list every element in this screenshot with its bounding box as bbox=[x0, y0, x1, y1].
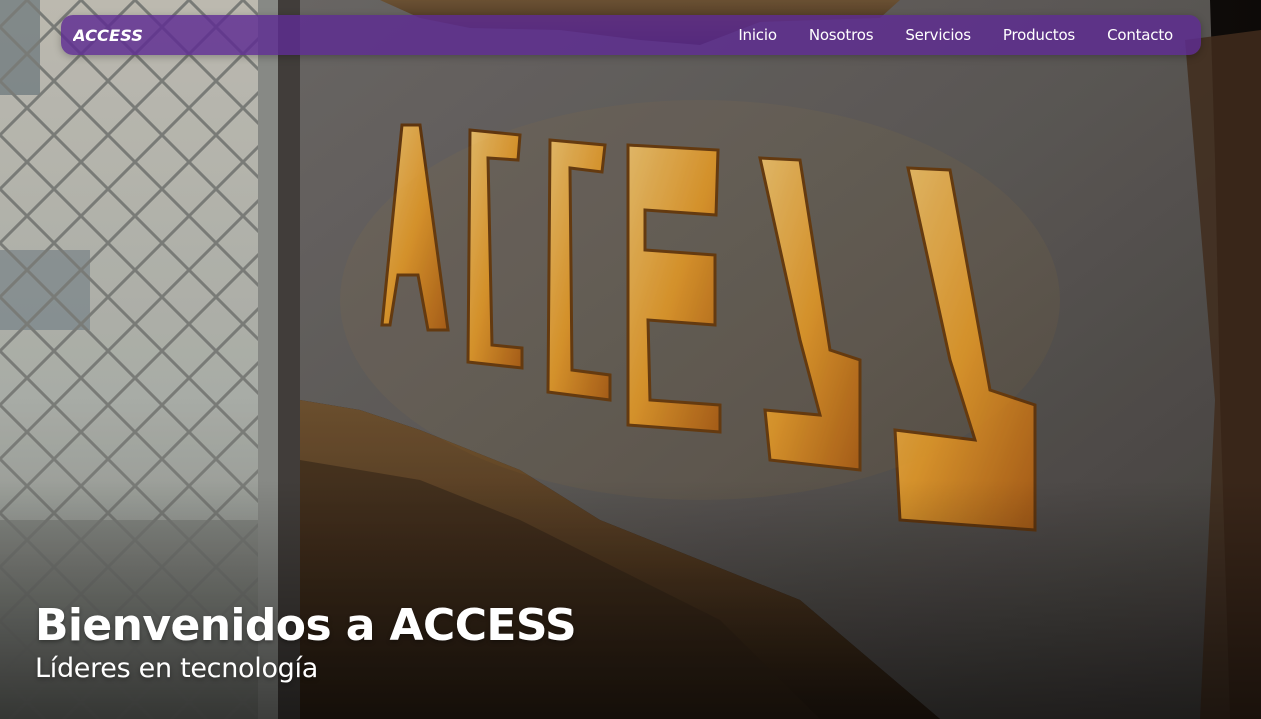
nav-link-productos[interactable]: Productos bbox=[1003, 15, 1075, 55]
nav-link-servicios[interactable]: Servicios bbox=[905, 15, 971, 55]
nav-link-nosotros[interactable]: Nosotros bbox=[809, 15, 874, 55]
hero-subtitle: Líderes en tecnología bbox=[35, 653, 318, 684]
brand-logo-text: ACCESS bbox=[73, 26, 143, 45]
hero-title: Bienvenidos a ACCESS bbox=[35, 600, 577, 651]
nav-link-inicio[interactable]: Inicio bbox=[738, 15, 777, 55]
nav-link-contacto[interactable]: Contacto bbox=[1107, 15, 1173, 55]
nav-links: Inicio Nosotros Servicios Productos Cont… bbox=[706, 15, 1173, 55]
hero-caption: Bienvenidos a ACCESS Líderes en tecnolog… bbox=[35, 598, 577, 684]
hero-section: ACCESS Inicio Nosotros Servicios Product… bbox=[0, 0, 1261, 719]
brand-logo[interactable]: ACCESS bbox=[73, 24, 145, 46]
top-navbar: ACCESS Inicio Nosotros Servicios Product… bbox=[61, 15, 1201, 55]
